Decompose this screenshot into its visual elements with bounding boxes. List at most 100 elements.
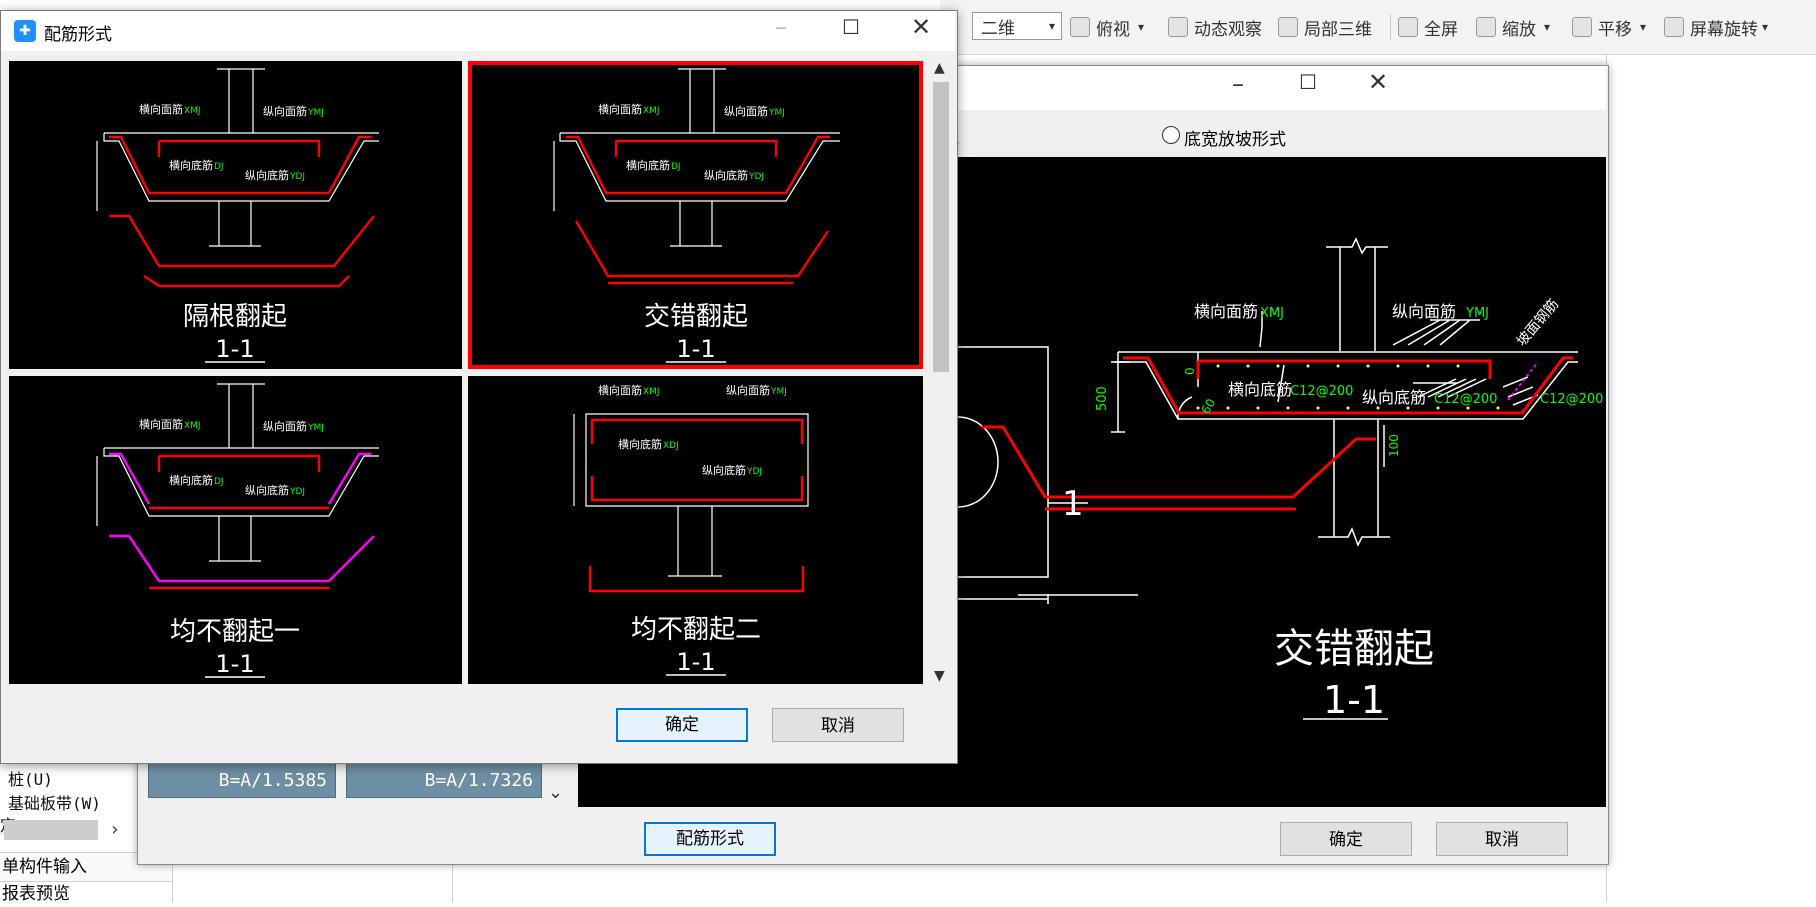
svg-text:XMJ: XMJ [184,421,201,431]
ok-button[interactable]: 确定 [1280,822,1412,856]
option-panel-bufanqi-2[interactable]: 横向面筋 XMJ 纵向面筋 YMJ 横向底筋 XDJ 纵向底筋 YDJ 均不翻起二 1-… [468,376,923,684]
option-drawing: 横向面筋 XMJ 纵向面筋 YMJ 横向底筋 XDJ 纵向底筋 YDJ 均不翻起二 1-… [573,383,809,676]
svg-text:横向面筋: 横向面筋 [139,417,183,431]
toolbar-label: 缩放 [1502,19,1536,40]
formula-cells: B=A/1.5385 B=A/1.7326 [148,762,578,802]
ok-button[interactable]: 确定 [616,708,748,742]
svg-text:YMJ: YMJ [307,423,324,433]
toolbar-label: 平移 [1598,19,1632,40]
close-icon[interactable]: ✕ [901,13,941,41]
dim-100: 100 [1387,434,1401,457]
plan-pile [957,416,999,508]
svg-text:纵向底筋: 纵向底筋 [245,168,289,182]
rebar-mesh-1 [982,425,1376,499]
toolbar-zoom[interactable]: 缩放 ▾ [1476,12,1550,42]
svg-text:XDJ: XDJ [663,441,679,451]
tab-report-preview[interactable]: 报表预览 [0,881,172,904]
scroll-up-icon[interactable]: ▲ [934,60,945,76]
toolbar-separator [1390,14,1391,40]
svg-text:横向面筋: 横向面筋 [598,102,642,116]
scroll-down-icon[interactable]: ▼ [934,668,945,684]
svg-text:XMJ: XMJ [184,106,201,116]
rebar-top [1196,359,1492,379]
label-hxdj-code: C12@200 [1290,384,1353,399]
toolbar-label: 屏幕旋转 [1690,19,1758,40]
maximize-icon[interactable]: ☐ [831,15,871,39]
formula-cell[interactable]: B=A/1.7326 [346,762,542,798]
app-logo-icon: ✚ [14,20,36,42]
svg-text:YDJ: YDJ [289,487,305,497]
svg-text:YDJ: YDJ [746,467,762,477]
label-zxdj: 纵向底筋 [1362,388,1426,407]
pan-icon [1572,17,1592,37]
option-name: 均不翻起一 [170,617,300,647]
toolbar-pan[interactable]: 平移 ▾ [1572,12,1646,42]
zoom-icon [1476,17,1496,37]
tree-item-pile[interactable]: 桩(U) [8,766,53,790]
toolbar-label: 俯视 [1096,19,1130,40]
svg-text:横向面筋: 横向面筋 [598,383,642,397]
toolbar-orbit[interactable]: 动态观察 [1168,12,1262,42]
option-sub: 1-1 [676,335,715,363]
maximize-icon[interactable]: ☐ [1288,70,1328,94]
label-slope-code: C12@200 [1540,392,1603,407]
svg-text:YMJ: YMJ [768,108,785,118]
rebar-form-button[interactable]: 配筋形式 [644,822,776,856]
toolbar-fullscreen[interactable]: 全屏 [1398,12,1458,42]
option-panel-gegen[interactable]: 横向面筋 XMJ 纵向面筋 YMJ 横向底筋 DJ 纵向底筋 YDJ 隔根翻起 1-1 [9,61,462,369]
svg-text:XMJ: XMJ [643,106,660,116]
option-name: 隔根翻起 [183,302,287,332]
option-name: 交错翻起 [644,302,748,332]
option-drawing: 横向面筋 XMJ 纵向面筋 YMJ 横向底筋 DJ 纵向底筋 YDJ 隔根翻起 1-1 [96,68,379,363]
toolbar-label: 动态观察 [1194,19,1262,40]
preview-title: 交错翻起 [1274,626,1434,672]
dim-0: 0 [1183,367,1197,375]
toolbar-local-3d[interactable]: 局部三维 [1278,12,1372,42]
svg-text:DJ: DJ [214,162,224,172]
dialog-titlebar: – ☐ ✕ [1,11,955,51]
cancel-button[interactable]: 取消 [772,708,904,742]
svg-text:XMJ: XMJ [643,387,660,397]
radio-bottom-slope-label: 底宽放坡形式 [1184,130,1286,150]
toolbar-screen-rotate[interactable]: 屏幕旋转 ▾ [1664,12,1768,42]
option-panel-bufanqi-1[interactable]: 横向面筋 XMJ 纵向面筋 YMJ 横向底筋 DJ 纵向底筋 YDJ 均不翻起一 1-1 [9,376,462,684]
dialog-titlebar: – ☐ ✕ [952,66,1606,110]
label-zxmj-code: YMJ [1465,306,1489,321]
toolbar-label: 局部三维 [1304,19,1372,40]
toolbar-label: 全屏 [1424,19,1458,40]
tree-item-foundation-strip[interactable]: 基础板带(W) [8,790,101,814]
option-sub: 1-1 [676,648,715,676]
cancel-button[interactable]: 取消 [1436,822,1568,856]
svg-text:纵向面筋: 纵向面筋 [263,419,307,433]
toolbar-top-view[interactable]: 俯视 ▾ [1070,12,1144,42]
slope-form-row: 式 底宽放坡形式 [940,115,1606,155]
svg-text:纵向面筋: 纵向面筋 [724,104,768,118]
dialog-title: 配筋形式 [44,25,112,45]
option-drawing: 横向面筋 XMJ 纵向面筋 YMJ 横向底筋 DJ 纵向底筋 YDJ 交错翻起 1-1 [553,68,840,363]
fullscreen-icon [1398,17,1418,37]
orbit-icon [1168,17,1188,37]
svg-text:DJ: DJ [671,162,681,172]
radio-bottom-slope[interactable] [1162,126,1180,144]
top-view-icon [1070,17,1090,37]
chevron-down-icon[interactable]: ⌄ [548,782,563,803]
svg-text:YDJ: YDJ [289,172,305,182]
option-name: 均不翻起二 [631,615,761,645]
label-hxmj-code: XMJ [1260,306,1284,321]
svg-text:DJ: DJ [214,477,224,487]
option-panel-jiaocuo[interactable]: 横向面筋 XMJ 纵向面筋 YMJ 横向底筋 DJ 纵向底筋 YDJ 交错翻起 1-1 [468,61,923,369]
view-mode-select[interactable]: 二维 ▾ [972,12,1062,40]
preview-subtitle: 1-1 [1323,678,1385,722]
label-zxmj: 纵向面筋 [1392,302,1456,321]
slope-rebar [1507,361,1539,401]
svg-text:YMJ: YMJ [307,108,324,118]
scroll-right-icon[interactable]: › [100,818,130,842]
close-icon[interactable]: ✕ [1358,68,1398,96]
label-zxdj-code: C12@200 [1434,392,1497,407]
minimize-icon[interactable]: – [1218,70,1258,98]
svg-text:横向面筋: 横向面筋 [139,102,183,116]
formula-cell[interactable]: B=A/1.5385 [148,762,336,798]
option-sub: 1-1 [215,335,254,363]
horizontal-scrollbar[interactable] [4,820,98,840]
scrollbar-thumb[interactable] [933,82,949,372]
